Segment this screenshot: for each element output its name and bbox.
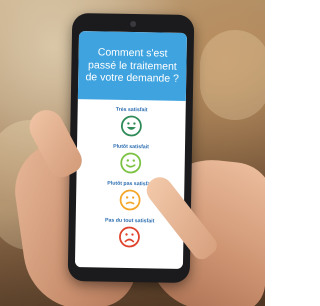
- survey-question: Comment s'est passé le traitement de vot…: [85, 46, 180, 86]
- phone-screen: Comment s'est passé le traitement de vot…: [74, 31, 188, 269]
- option-tres-satisfait[interactable]: Très satisfait: [77, 106, 186, 138]
- option-plutot-satisfait[interactable]: Plutôt satisfait: [77, 143, 186, 175]
- front-camera: [130, 20, 137, 28]
- survey-header: Comment s'est passé le traitement de vot…: [77, 31, 188, 101]
- photo-background: Comment s'est passé le traitement de vot…: [0, 0, 265, 306]
- background-blur: [200, 30, 265, 120]
- neutral-face-icon[interactable]: [119, 189, 141, 211]
- smiling-face-icon[interactable]: [120, 152, 142, 174]
- option-label: Plutôt satisfait: [113, 143, 149, 151]
- frowning-face-icon[interactable]: [118, 226, 140, 248]
- smartphone: Comment s'est passé le traitement de vot…: [67, 12, 195, 284]
- very-happy-face-icon[interactable]: [120, 115, 142, 137]
- option-label: Pas du tout satisfait: [105, 217, 155, 225]
- option-label: Très satisfait: [115, 106, 148, 114]
